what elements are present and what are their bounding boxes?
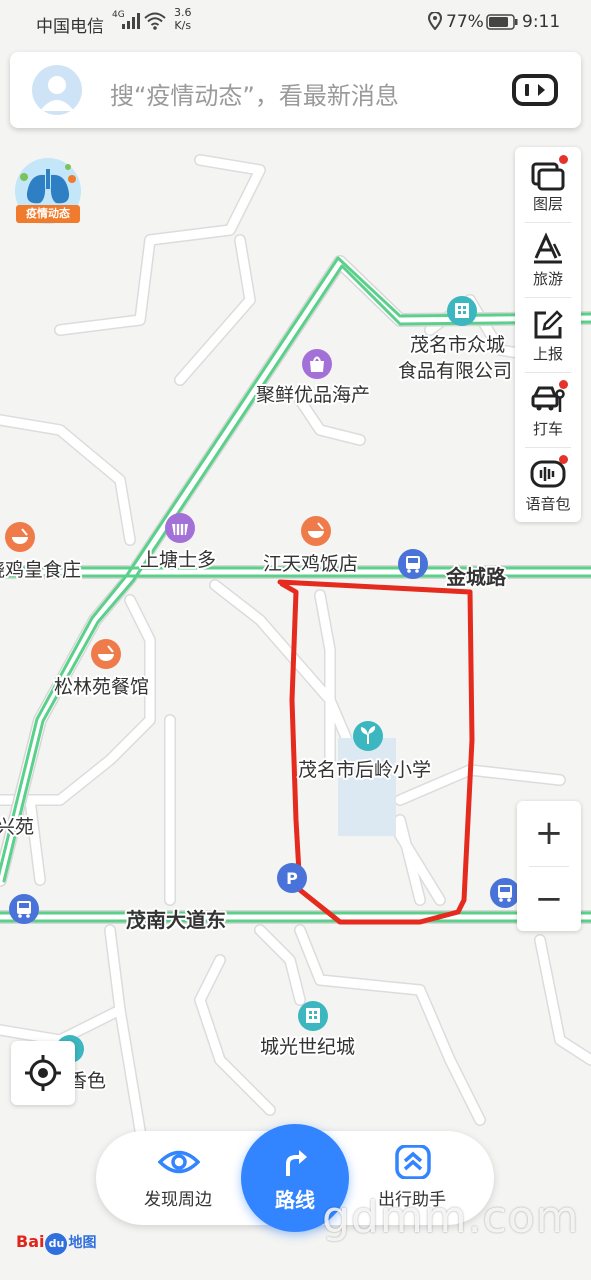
voice-search-icon[interactable]: [512, 74, 558, 106]
search-input[interactable]: 搜“疫情动态”，看最新消息: [110, 76, 399, 111]
tool-voice-pack[interactable]: 语音包: [515, 447, 581, 522]
tool-taxi[interactable]: 打车: [515, 372, 581, 447]
parking-icon: P: [277, 863, 307, 893]
poi-label: 茂名市众城: [410, 334, 505, 356]
avatar[interactable]: [32, 65, 82, 115]
building-poi-icon: [298, 1001, 328, 1031]
epidemic-dynamics-badge[interactable]: 疫情动态: [10, 155, 86, 231]
status-bar: 中国电信 4G 3.6 K/s 77% 9:11: [0, 0, 591, 44]
map-canvas[interactable]: P 茂名市众城 食品有限公司 聚鲜优品海产 上塘士多 江天鸡饭店 鸡皇食庄 松林…: [0, 0, 591, 1280]
carrier-name: 中国电信: [36, 17, 104, 37]
battery-icon: [486, 14, 518, 30]
tool-label: 图层: [532, 195, 563, 213]
notification-dot: [559, 380, 568, 389]
store-poi-icon: [165, 513, 195, 543]
school-area: [338, 738, 396, 836]
epidemic-badge-label: 疫情动态: [16, 205, 80, 223]
network-speed: 3.6 K/s: [174, 6, 192, 32]
route-arrow-icon: [286, 1150, 307, 1176]
discover-label: 发现周边: [144, 1190, 212, 1210]
shop-poi-icon: [302, 349, 332, 379]
clock: 9:11: [522, 12, 561, 32]
restaurant-poi-icon: [91, 639, 121, 669]
poi-label: 食品有限公司: [398, 360, 512, 382]
report-icon: [534, 310, 563, 339]
tool-label: 打车: [532, 420, 563, 438]
tool-report[interactable]: 上报: [515, 297, 581, 372]
restaurant-poi-icon: [5, 522, 35, 552]
assistant-icon: [395, 1145, 431, 1179]
road-label-jincheng: 金城路: [445, 565, 507, 589]
discover-nearby-button[interactable]: 发现周边: [118, 1131, 238, 1225]
search-bar[interactable]: 搜“疫情动态”，看最新消息: [10, 52, 581, 128]
battery-percent: 77%: [446, 12, 484, 32]
bus-stop-icon: [9, 894, 39, 924]
zoom-out-button[interactable]: −: [517, 867, 581, 931]
logo-ditu: 地图: [68, 1235, 97, 1251]
bus-stop-icon: [398, 549, 428, 579]
signal-icon: [122, 13, 140, 29]
map-tools-panel: 图层 旅游 上报 打车 语音包: [515, 147, 581, 522]
baidu-map-logo: Bai du 地图: [16, 1232, 96, 1264]
school-poi-icon: [353, 721, 383, 751]
location-icon: [428, 12, 442, 30]
tool-label: 语音包: [525, 495, 571, 513]
wifi-icon: [144, 12, 166, 30]
eye-icon: [158, 1150, 200, 1174]
speed-unit: K/s: [174, 19, 192, 32]
logo-bai: Bai: [16, 1232, 45, 1251]
poi-label: 上塘士多: [140, 549, 216, 571]
poi-label: 聚鲜优品海产: [256, 384, 370, 406]
user-avatar-icon: [40, 76, 74, 111]
restaurant-poi-icon: [301, 516, 331, 546]
bus-stop-icon: [490, 878, 520, 908]
zoom-control: + −: [517, 801, 581, 931]
logo-du: du: [45, 1233, 68, 1255]
speed-value: 3.6: [174, 6, 192, 19]
tool-travel[interactable]: 旅游: [515, 222, 581, 297]
poi-label: 城光世纪城: [260, 1036, 355, 1058]
tool-layers[interactable]: 图层: [515, 147, 581, 222]
watermark: gdmm.com: [322, 1192, 580, 1243]
notification-dot: [559, 455, 568, 464]
building-poi-icon: [447, 296, 477, 326]
notification-dot: [559, 155, 568, 164]
poi-label: 茂名市后岭小学: [298, 759, 431, 781]
road-label-maonan: 茂南大道东: [126, 908, 226, 932]
poi-label: 松林苑餐馆: [54, 676, 149, 698]
svg-text:P: P: [286, 869, 298, 888]
poi-label: 饶鸡皇食庄: [0, 559, 81, 581]
zoom-in-button[interactable]: +: [517, 801, 581, 865]
tool-label: 上报: [532, 345, 563, 363]
travel-icon: [534, 232, 562, 264]
tool-label: 旅游: [532, 270, 563, 288]
poi-label: 兴苑: [0, 816, 34, 838]
locate-me-button[interactable]: [11, 1041, 75, 1105]
crosshair-icon: [25, 1055, 61, 1091]
poi-label: 江天鸡饭店: [263, 553, 358, 575]
